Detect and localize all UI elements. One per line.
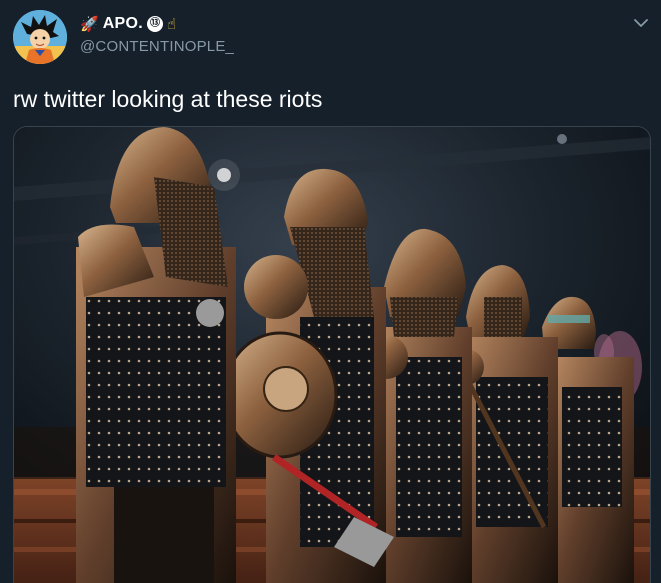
tweet-media-image[interactable] <box>13 126 651 583</box>
tweet-text: rw twitter looking at these riots <box>13 86 323 112</box>
author-handle[interactable]: @CONTENTINOPLE_ <box>80 38 234 55</box>
chevron-down-icon <box>634 19 648 27</box>
pointing-finger-emoji: ☝ <box>167 15 177 33</box>
author-name-row[interactable]: 🚀 APO. ⑬ ☝ <box>80 13 176 35</box>
knights-in-armor-photo <box>14 127 650 583</box>
tweet-menu-button[interactable] <box>632 14 650 32</box>
avatar[interactable] <box>13 10 67 64</box>
tweet-card: 🚀 APO. ⑬ ☝ @CONTENTINOPLE_ rw twitter lo… <box>0 0 661 583</box>
rocket-emoji: 🚀 <box>80 15 99 33</box>
avatar-image <box>13 10 67 64</box>
author-display-name[interactable]: APO. <box>103 15 143 33</box>
number-badge-emoji: ⑬ <box>147 16 164 32</box>
